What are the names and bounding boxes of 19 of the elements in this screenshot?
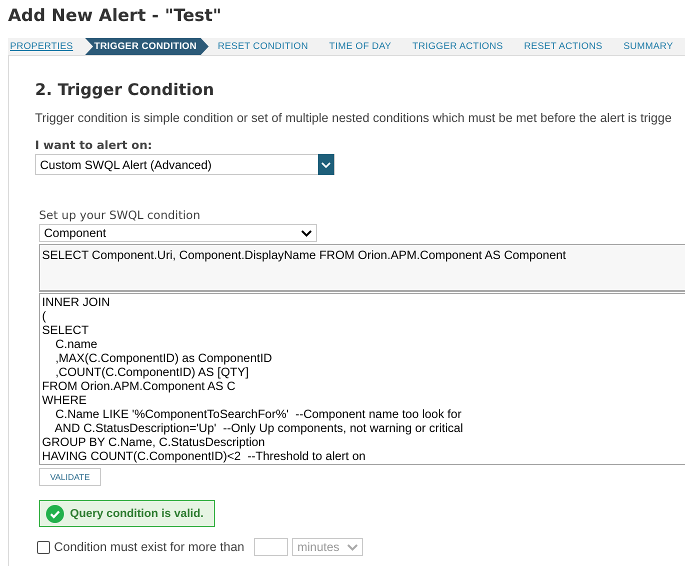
chevron-down-icon	[301, 230, 312, 236]
alert-type-dropdown[interactable]: Custom SWQL Alert (Advanced)	[35, 154, 335, 175]
page-title: Add New Alert - "Test"	[7, 5, 223, 28]
chevron-down-icon	[347, 544, 358, 550]
duration-input[interactable]	[254, 538, 288, 556]
description: Trigger condition is simple condition or set of multiple nested conditions which must be met before the alert is trigge	[35, 111, 673, 125]
checkbox-label: Condition must exist for more than	[54, 540, 244, 554]
field-label: I want to alert on:	[35, 138, 154, 152]
unit-dropdown[interactable]: minutes	[292, 538, 364, 556]
message-text: Query condition is valid.	[70, 508, 204, 520]
query-text-area[interactable]: SELECT Component.Uri, Component.DisplayName FROM Orion.APM.Component AS Component	[39, 244, 685, 292]
field-label: Set up your SWQL condition	[39, 208, 202, 222]
object-type-dropdown[interactable]: Component	[39, 224, 317, 242]
section-title: 2. Trigger Condition	[35, 80, 216, 99]
checkbox[interactable]	[37, 540, 50, 554]
validate-button[interactable]: VALIDATE	[39, 468, 101, 486]
check-circle-icon	[46, 504, 64, 522]
query-text-area[interactable]: INNER JOIN ( SELECT C.name ,MAX(C.ComponentID) as ComponentID ,COUNT(C.ComponentID) AS [QTY] FROM Orion.APM.Component AS C WHERE C.Name LIKE '%ComponentToSearchFor%' --Component name too look for AND C.StatusDescription='Up' --Only Up components, not warning or critical GROUP BY C.Name, C.StatusDescription HAVING COUNT(C.ComponentID)<2 --Threshold to alert on	[39, 293, 685, 465]
wizard-step[interactable]: TRIGGER CONDITION	[85, 38, 209, 55]
